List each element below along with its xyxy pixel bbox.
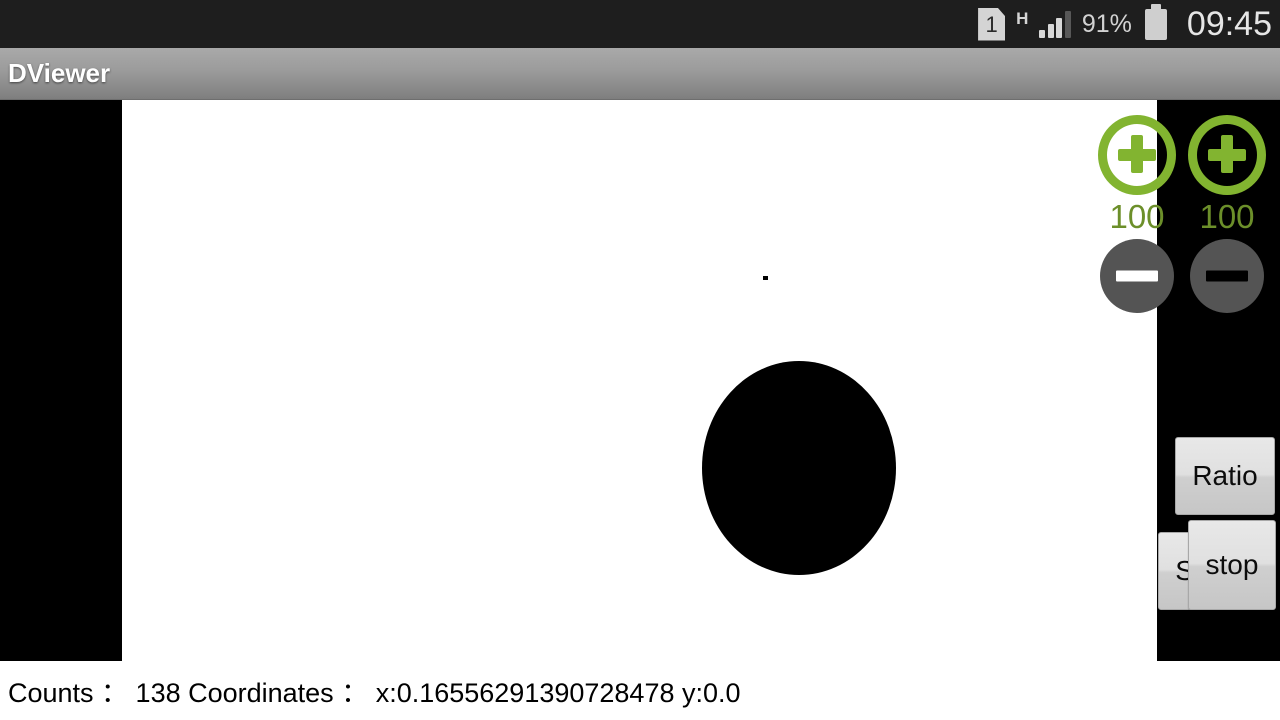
minus-circle-icon[interactable] bbox=[1190, 239, 1264, 313]
minus-bar bbox=[1206, 270, 1248, 282]
bottom-status-bar: Counts ： 138 Coordinates ： x:0.165562913… bbox=[0, 661, 1280, 720]
stepper-value-1: 100 bbox=[1109, 198, 1165, 235]
detected-speck bbox=[763, 276, 768, 280]
plus-circle-icon[interactable] bbox=[1188, 115, 1266, 195]
page-title: DViewer bbox=[8, 58, 111, 88]
app-root: 1 H 91% 09:45 DViewer 100 100 Ratio Coun… bbox=[0, 0, 1280, 720]
workspace: 100 100 Ratio Switch bbox=[0, 100, 1280, 720]
battery-percent-label: 91% bbox=[1081, 9, 1132, 38]
minus-bar bbox=[1116, 270, 1158, 282]
image-preview-canvas[interactable] bbox=[122, 100, 1157, 661]
stepper-value-2: 100 bbox=[1199, 198, 1255, 235]
battery-icon bbox=[1144, 3, 1167, 40]
ratio-button[interactable]: Ratio bbox=[1175, 437, 1275, 515]
stepper-threshold-2: 100 bbox=[1188, 115, 1266, 313]
stop-button[interactable]: stop bbox=[1188, 520, 1276, 610]
network-type-icon: H bbox=[1016, 8, 1029, 28]
detected-blob bbox=[702, 361, 896, 575]
stepper-threshold-1: 100 bbox=[1098, 115, 1176, 313]
plus-circle-icon[interactable] bbox=[1098, 115, 1176, 195]
sim-card-icon: 1 bbox=[978, 7, 1006, 41]
android-status-bar: 1 H 91% 09:45 bbox=[0, 0, 1280, 48]
minus-circle-icon[interactable] bbox=[1100, 239, 1174, 313]
status-bar-icons: 1 H 91% 09:45 bbox=[978, 3, 1272, 44]
clock-label: 09:45 bbox=[1186, 4, 1272, 43]
app-title-bar: DViewer bbox=[0, 48, 1280, 100]
signal-bars-icon bbox=[1039, 10, 1071, 38]
counts-coordinates-readout: Counts ： 138 Coordinates ： x:0.165562913… bbox=[8, 678, 741, 708]
